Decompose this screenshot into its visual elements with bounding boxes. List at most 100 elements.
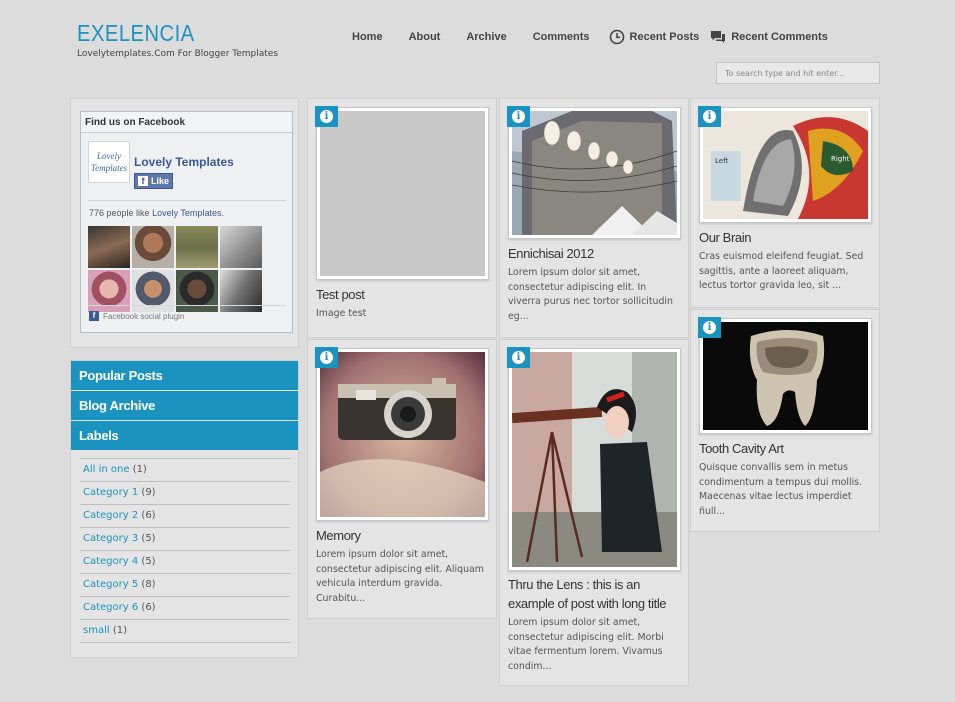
info-icon[interactable]: i bbox=[315, 106, 338, 127]
post-image-link[interactable] bbox=[316, 107, 489, 280]
sidebar-widgets: Popular Posts Blog Archive Labels All in… bbox=[70, 360, 299, 658]
post-card: i Memory Lorem ipsum dolor sit amet, con… bbox=[307, 339, 497, 619]
fan-avatar[interactable] bbox=[176, 226, 218, 268]
search-input[interactable] bbox=[716, 62, 880, 84]
facebook-icon: f bbox=[138, 176, 148, 186]
nav-recent-comments[interactable]: Recent Comments bbox=[710, 29, 828, 45]
facebook-page-logo[interactable]: Lovely Templates bbox=[88, 141, 130, 183]
comments-icon bbox=[711, 31, 726, 43]
label-item: Category 6 (6) bbox=[80, 597, 290, 620]
facebook-like-label: Like bbox=[151, 176, 170, 186]
post-excerpt: Image test bbox=[316, 308, 367, 319]
labels-header[interactable]: Labels bbox=[71, 421, 298, 450]
fan-avatar[interactable] bbox=[88, 226, 130, 268]
facebook-small-icon: f bbox=[89, 311, 99, 321]
label-count: (6) bbox=[141, 510, 156, 521]
post-excerpt: Cras euismod eleifend feugiat. Sed sagit… bbox=[699, 251, 864, 291]
post-title[interactable]: Tooth Cavity Art bbox=[699, 439, 784, 458]
label-link[interactable]: Category 5 bbox=[83, 579, 138, 590]
facebook-count-link[interactable]: Lovely Templates. bbox=[152, 208, 224, 218]
post-image-link[interactable] bbox=[508, 348, 681, 571]
info-icon[interactable]: i bbox=[507, 106, 530, 127]
label-item: Category 5 (8) bbox=[80, 574, 290, 597]
facebook-widget: Find us on Facebook Lovely Templates Lov… bbox=[70, 98, 299, 348]
clock-icon bbox=[609, 29, 624, 45]
site-title[interactable]: EXELENCIA bbox=[77, 20, 195, 47]
label-link[interactable]: All in one bbox=[83, 464, 129, 475]
label-count: (6) bbox=[141, 602, 156, 613]
label-count: (9) bbox=[141, 487, 156, 498]
label-link[interactable]: Category 2 bbox=[83, 510, 138, 521]
post-excerpt: Quisque convallis sem in metus condiment… bbox=[699, 462, 863, 517]
post-title[interactable]: Test post bbox=[316, 285, 365, 304]
post-title[interactable]: Thru the Lens : this is an example of po… bbox=[508, 575, 682, 613]
label-item: Category 4 (5) bbox=[80, 551, 290, 574]
post-image-placeholder bbox=[320, 111, 485, 276]
label-link[interactable]: Category 6 bbox=[83, 602, 138, 613]
post-excerpt: Lorem ipsum dolor sit amet, consectetur … bbox=[508, 617, 664, 672]
label-count: (1) bbox=[132, 464, 147, 475]
facebook-social-plugin[interactable]: f Facebook social plugin bbox=[89, 311, 184, 321]
label-item: Category 2 (6) bbox=[80, 505, 290, 528]
post-image-link[interactable] bbox=[699, 318, 872, 434]
nav-home[interactable]: Home bbox=[352, 31, 383, 43]
post-title[interactable]: Memory bbox=[316, 526, 361, 545]
nav-about[interactable]: About bbox=[409, 31, 441, 43]
label-link[interactable]: Category 1 bbox=[83, 487, 138, 498]
blog-archive-header[interactable]: Blog Archive bbox=[71, 391, 298, 420]
label-link[interactable]: Category 4 bbox=[83, 556, 138, 567]
info-icon[interactable]: i bbox=[698, 317, 721, 338]
label-count: (5) bbox=[141, 533, 156, 544]
info-icon[interactable]: i bbox=[315, 347, 338, 368]
facebook-divider bbox=[88, 200, 286, 201]
post-card: i Test post Image test bbox=[307, 98, 497, 338]
post-card: i Ennichisai 2012 Lorem ipsum dolor sit … bbox=[499, 98, 689, 338]
post-image-link[interactable] bbox=[508, 107, 681, 239]
fan-avatar[interactable] bbox=[132, 226, 174, 268]
post-image bbox=[512, 352, 677, 567]
facebook-header: Find us on Facebook bbox=[81, 112, 292, 133]
facebook-like-button[interactable]: f Like bbox=[134, 173, 173, 189]
labels-list: All in one (1) Category 1 (9) Category 2… bbox=[80, 458, 290, 643]
label-item: All in one (1) bbox=[80, 459, 290, 482]
svg-text:Left: Left bbox=[715, 157, 728, 165]
facebook-plugin-label: Facebook social plugin bbox=[103, 311, 185, 321]
label-count: (8) bbox=[141, 579, 156, 590]
post-excerpt: Lorem ipsum dolor sit amet, consectetur … bbox=[508, 267, 673, 322]
post-card: i Tooth Cavity Art Quisque convallis sem… bbox=[690, 309, 880, 532]
post-excerpt: Lorem ipsum dolor sit amet, consectetur … bbox=[316, 549, 484, 604]
post-image bbox=[512, 111, 677, 235]
facebook-page-name[interactable]: Lovely Templates bbox=[134, 155, 234, 169]
label-item: small (1) bbox=[80, 620, 290, 643]
post-card: i Thru the Lens : this is an example of … bbox=[499, 339, 689, 686]
label-count: (1) bbox=[112, 625, 127, 636]
post-image-link[interactable] bbox=[316, 348, 489, 521]
post-image bbox=[320, 352, 485, 517]
facebook-like-count: 776 people like Lovely Templates. bbox=[89, 208, 224, 218]
top-navigation: Home About Archive Comments Recent Posts… bbox=[352, 29, 828, 45]
label-link[interactable]: small bbox=[83, 625, 110, 636]
label-link[interactable]: Category 3 bbox=[83, 533, 138, 544]
label-count: (5) bbox=[141, 556, 156, 567]
label-item: Category 1 (9) bbox=[80, 482, 290, 505]
facebook-count-text: 776 people like bbox=[89, 208, 150, 218]
post-image bbox=[703, 322, 868, 430]
facebook-likebox: Find us on Facebook Lovely Templates Lov… bbox=[80, 111, 293, 333]
nav-recent-comments-label: Recent Comments bbox=[731, 31, 828, 43]
fan-avatar[interactable] bbox=[220, 226, 262, 268]
info-icon[interactable]: i bbox=[698, 106, 721, 127]
post-image-link[interactable]: Left Right bbox=[699, 107, 872, 223]
label-item: Category 3 (5) bbox=[80, 528, 290, 551]
post-title[interactable]: Ennichisai 2012 bbox=[508, 244, 594, 263]
svg-text:Right: Right bbox=[831, 155, 850, 163]
post-image: Left Right bbox=[703, 111, 868, 219]
site-tagline: Lovelytemplates.Com For Blogger Template… bbox=[77, 49, 279, 59]
info-icon[interactable]: i bbox=[507, 347, 530, 368]
popular-posts-header[interactable]: Popular Posts bbox=[71, 361, 298, 390]
post-card: Left Right i Our Brain Cras euismod elei… bbox=[690, 98, 880, 308]
nav-archive[interactable]: Archive bbox=[466, 31, 506, 43]
facebook-divider bbox=[88, 305, 286, 306]
nav-comments[interactable]: Comments bbox=[533, 31, 590, 43]
post-title[interactable]: Our Brain bbox=[699, 228, 751, 247]
nav-recent-posts[interactable]: Recent Posts bbox=[609, 29, 699, 45]
